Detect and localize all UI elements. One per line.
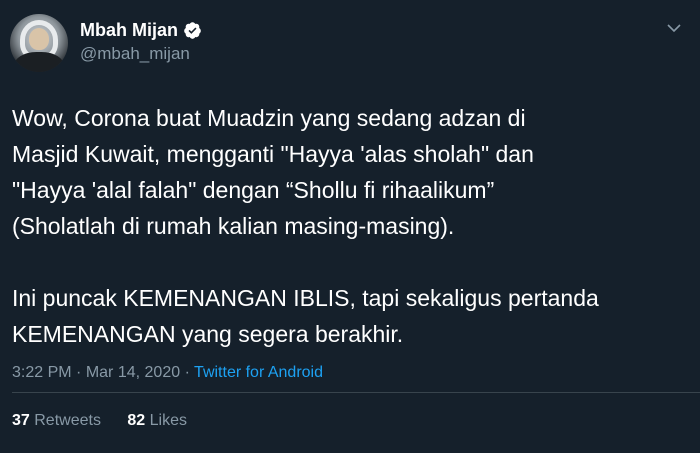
tweet-source-link[interactable]: Twitter for Android: [194, 364, 323, 381]
retweets-count: 37: [12, 412, 30, 429]
chevron-down-icon[interactable]: [666, 20, 682, 36]
tweet-time[interactable]: 3:22 PM: [12, 364, 72, 381]
author-info: Mbah Mijan @mbah_mijan: [80, 14, 202, 64]
avatar[interactable]: [10, 14, 68, 72]
likes-label: Likes: [149, 412, 188, 429]
likes-stat[interactable]: 82 Likes: [127, 412, 187, 429]
verified-badge-icon: [184, 21, 201, 39]
user-handle[interactable]: @mbah_mijan: [80, 44, 202, 64]
retweets-stat[interactable]: 37 Retweets: [12, 412, 101, 429]
display-name-row: Mbah Mijan: [80, 19, 202, 41]
tweet-meta: 3:22 PM · Mar 14, 2020 · Twitter for And…: [0, 352, 700, 388]
tweet-stats: 37 Retweets 82 Likes: [12, 412, 209, 430]
tweet-date[interactable]: Mar 14, 2020: [86, 364, 180, 381]
tweet-card: Mbah Mijan @mbah_mijan Wow, Corona buat …: [0, 0, 700, 453]
tweet-text: Wow, Corona buat Muadzin yang sedang adz…: [12, 105, 599, 347]
display-name[interactable]: Mbah Mijan: [80, 20, 178, 41]
likes-count: 82: [127, 412, 146, 429]
tweet-header: Mbah Mijan @mbah_mijan: [0, 14, 700, 76]
meta-separator: ·: [184, 364, 190, 381]
divider: [12, 392, 700, 393]
retweets-label: Retweets: [34, 412, 101, 429]
meta-separator: ·: [76, 364, 82, 381]
